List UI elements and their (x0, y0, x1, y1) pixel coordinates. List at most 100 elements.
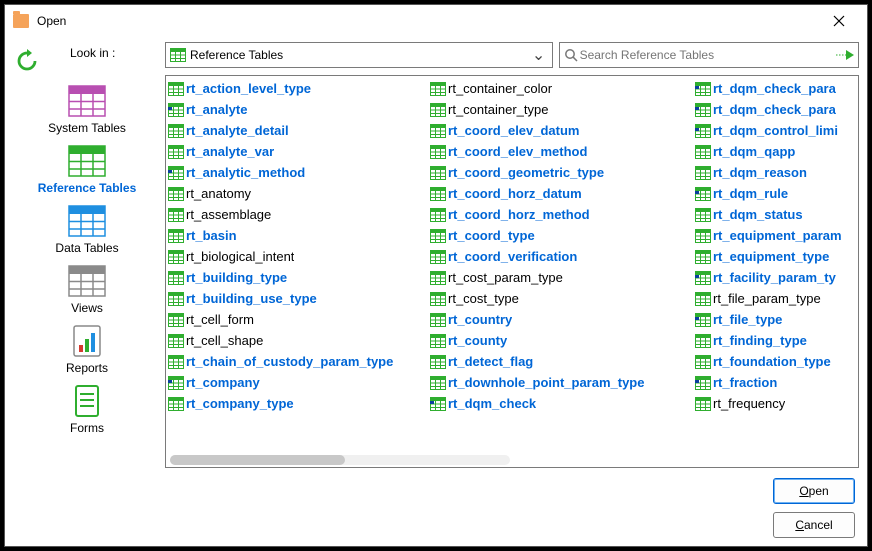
list-item[interactable]: rt_downhole_point_param_type (428, 372, 693, 393)
item-name: rt_action_level_type (184, 81, 311, 96)
list-item[interactable]: rt_equipment_param (693, 225, 858, 246)
refresh-button[interactable] (15, 49, 41, 75)
list-item[interactable]: rt_cell_shape (166, 330, 428, 351)
item-name: rt_company_type (184, 396, 294, 411)
sidebar: Look in : System Tables Reference Tables… (13, 41, 161, 538)
sidebar-item-forms[interactable]: Forms (13, 381, 161, 441)
table-icon (168, 145, 184, 159)
table-icon (168, 376, 184, 390)
list-item[interactable]: rt_coord_type (428, 225, 693, 246)
lookin-combo[interactable]: Reference Tables ⌄ (165, 42, 553, 68)
list-item[interactable]: rt_company (166, 372, 428, 393)
list-item[interactable]: rt_coord_horz_method (428, 204, 693, 225)
chevron-down-icon: ⌄ (530, 45, 548, 65)
list-item[interactable]: rt_coord_elev_method (428, 141, 693, 162)
list-item[interactable]: rt_container_type (428, 99, 693, 120)
list-item[interactable]: rt_action_level_type (166, 78, 428, 99)
table-icon (168, 250, 184, 264)
open-button[interactable]: Open (773, 478, 855, 504)
list-item[interactable]: rt_building_type (166, 267, 428, 288)
item-name: rt_facility_param_ty (711, 270, 836, 285)
table-icon (430, 397, 446, 411)
table-icon (170, 48, 186, 62)
list-item[interactable]: rt_county (428, 330, 693, 351)
list-item[interactable]: rt_file_param_type (693, 288, 858, 309)
list-item[interactable]: rt_analyte (166, 99, 428, 120)
sidebar-item-views[interactable]: Views (13, 261, 161, 321)
sidebar-item-system-tables[interactable]: System Tables (13, 81, 161, 141)
item-name: rt_building_type (184, 270, 287, 285)
item-name: rt_downhole_point_param_type (446, 375, 644, 390)
list-item[interactable]: rt_facility_param_ty (693, 267, 858, 288)
list-item[interactable]: rt_chain_of_custody_param_type (166, 351, 428, 372)
list-item[interactable]: rt_coord_elev_datum (428, 120, 693, 141)
table-icon (430, 82, 446, 96)
list-item[interactable]: rt_equipment_type (693, 246, 858, 267)
scrollbar-thumb[interactable] (170, 455, 345, 465)
list-item[interactable]: rt_company_type (166, 393, 428, 414)
list-item[interactable]: rt_basin (166, 225, 428, 246)
list-item[interactable]: rt_dqm_control_limi (693, 120, 858, 141)
item-name: rt_dqm_rule (711, 186, 788, 201)
go-arrow-icon[interactable] (834, 46, 854, 64)
list-item[interactable]: rt_dqm_check_para (693, 99, 858, 120)
table-icon (430, 229, 446, 243)
item-name: rt_dqm_control_limi (711, 123, 838, 138)
table-icon (695, 187, 711, 201)
list-item[interactable]: rt_file_type (693, 309, 858, 330)
titlebar: Open (5, 5, 867, 37)
list-item[interactable]: rt_country (428, 309, 693, 330)
horizontal-scrollbar[interactable] (170, 455, 510, 465)
list-item[interactable]: rt_dqm_check (428, 393, 693, 414)
list-item[interactable]: rt_coord_geometric_type (428, 162, 693, 183)
search-input[interactable] (580, 48, 834, 62)
list-item[interactable]: rt_foundation_type (693, 351, 858, 372)
list-item[interactable]: rt_dqm_qapp (693, 141, 858, 162)
list-item[interactable]: rt_dqm_rule (693, 183, 858, 204)
item-name: rt_analyte_detail (184, 123, 289, 138)
table-icon (695, 313, 711, 327)
list-item[interactable]: rt_analytic_method (166, 162, 428, 183)
list-item[interactable]: rt_building_use_type (166, 288, 428, 309)
table-icon (695, 355, 711, 369)
list-item[interactable]: rt_assemblage (166, 204, 428, 225)
list-item[interactable]: rt_coord_horz_datum (428, 183, 693, 204)
list-item[interactable]: rt_dqm_check_para (693, 78, 858, 99)
table-icon (695, 82, 711, 96)
list-item[interactable]: rt_coord_verification (428, 246, 693, 267)
item-name: rt_equipment_type (711, 249, 829, 264)
item-name: rt_detect_flag (446, 354, 533, 369)
list-item[interactable]: rt_fraction (693, 372, 858, 393)
cancel-button[interactable]: Cancel (773, 512, 855, 538)
list-item[interactable]: rt_cost_type (428, 288, 693, 309)
sidebar-item-reference-tables[interactable]: Reference Tables (13, 141, 161, 201)
list-item[interactable]: rt_biological_intent (166, 246, 428, 267)
search-icon (564, 48, 578, 62)
table-icon (430, 292, 446, 306)
list-item[interactable]: rt_dqm_status (693, 204, 858, 225)
category-icon (66, 383, 108, 419)
list-item[interactable]: rt_analyte_var (166, 141, 428, 162)
list-item[interactable]: rt_analyte_detail (166, 120, 428, 141)
table-icon (430, 250, 446, 264)
list-item[interactable]: rt_cell_form (166, 309, 428, 330)
table-icon (695, 145, 711, 159)
item-name: rt_biological_intent (184, 249, 294, 264)
sidebar-item-data-tables[interactable]: Data Tables (13, 201, 161, 261)
table-icon (430, 271, 446, 285)
list-item[interactable]: rt_anatomy (166, 183, 428, 204)
item-name: rt_dqm_check_para (711, 102, 836, 117)
item-name: rt_coord_verification (446, 249, 577, 264)
list-item[interactable]: rt_frequency (693, 393, 858, 414)
list-item[interactable]: rt_finding_type (693, 330, 858, 351)
sidebar-item-reports[interactable]: Reports (13, 321, 161, 381)
search-box[interactable] (559, 42, 859, 68)
table-icon (168, 334, 184, 348)
list-item[interactable]: rt_container_color (428, 78, 693, 99)
list-item[interactable]: rt_dqm_reason (693, 162, 858, 183)
list-item[interactable]: rt_detect_flag (428, 351, 693, 372)
close-button[interactable] (819, 7, 859, 35)
item-name: rt_file_type (711, 312, 782, 327)
category-icon (66, 263, 108, 299)
list-item[interactable]: rt_cost_param_type (428, 267, 693, 288)
